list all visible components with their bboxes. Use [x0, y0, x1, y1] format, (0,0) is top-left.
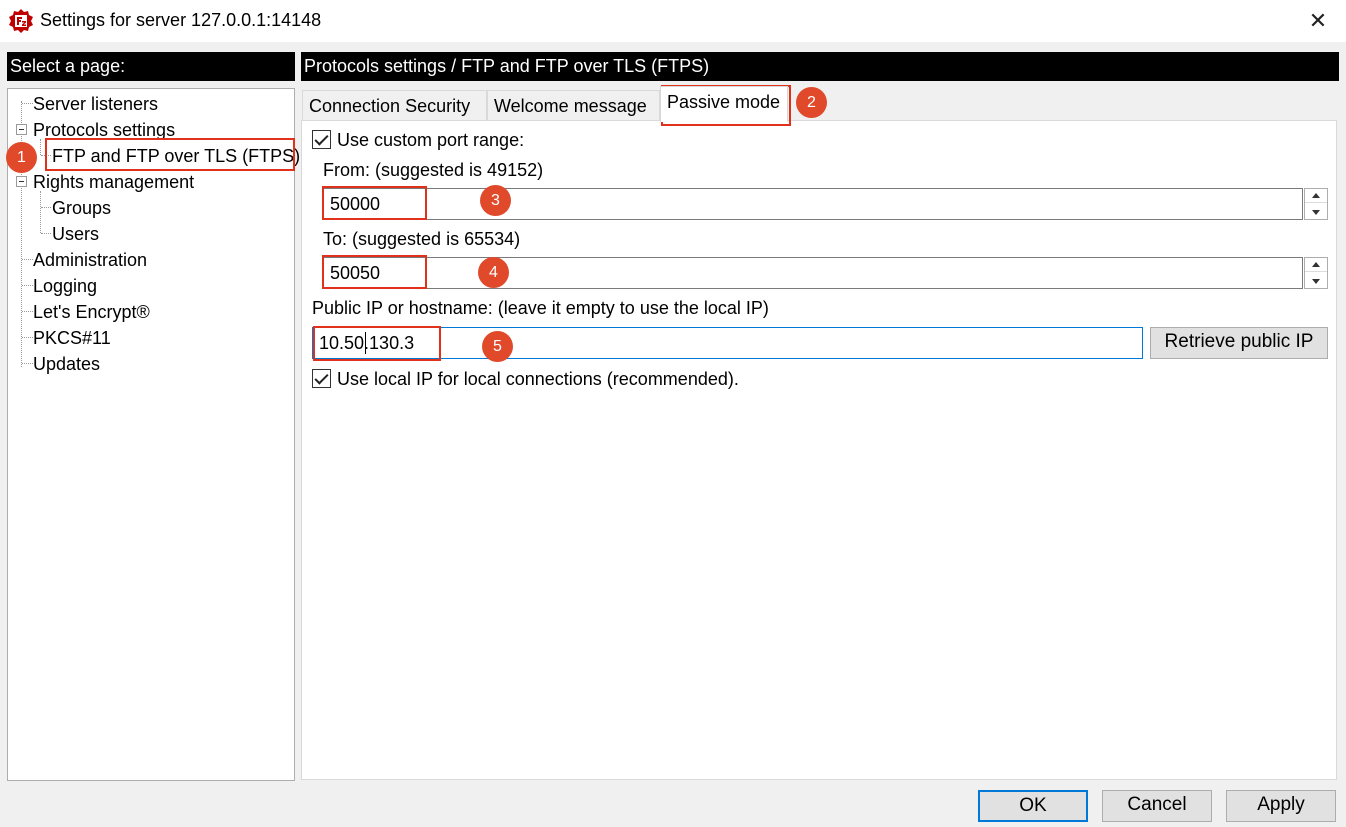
tree-connector — [22, 311, 33, 312]
cancel-button[interactable]: Cancel — [1102, 790, 1212, 822]
tree-connector — [40, 191, 41, 233]
close-button[interactable]: ✕ — [1300, 4, 1336, 38]
close-icon: ✕ — [1308, 8, 1328, 33]
annotation-badge-1: 1 — [6, 142, 37, 173]
annotation-badge-5: 5 — [482, 331, 513, 362]
filezilla-logo-icon — [8, 8, 34, 34]
to-port-input[interactable]: 50050 — [323, 257, 1303, 289]
tab-welcome-message[interactable]: Welcome message — [487, 90, 660, 121]
page-tree[interactable]: Server listeners Protocols settings FTP … — [7, 88, 300, 781]
spin-up-icon[interactable] — [1305, 258, 1327, 272]
tree-item-lets-encrypt[interactable]: Let's Encrypt® — [33, 301, 150, 323]
tab-passive-mode[interactable]: Passive mode — [660, 86, 788, 122]
select-page-header: Select a page: — [7, 52, 295, 81]
annotation-box-to — [322, 255, 427, 289]
custom-port-range-checkbox[interactable] — [312, 130, 331, 149]
tree-connector — [41, 233, 51, 234]
tree-connector — [22, 103, 33, 104]
annotation-badge-3: 3 — [480, 185, 511, 216]
tree-item-administration[interactable]: Administration — [33, 249, 147, 271]
tree-connector — [40, 139, 41, 155]
tree-connector — [41, 207, 51, 208]
from-port-input[interactable]: 50000 — [323, 188, 1303, 220]
custom-port-range-label: Use custom port range: — [337, 130, 525, 150]
to-port-spinner[interactable] — [1304, 257, 1328, 289]
local-ip-checkbox[interactable] — [312, 369, 331, 388]
spin-down-icon[interactable] — [1305, 205, 1327, 219]
annotation-box-ftps — [45, 138, 295, 171]
tree-item-server-listeners[interactable]: Server listeners — [33, 93, 158, 115]
annotation-badge-2: 2 — [796, 87, 827, 118]
local-ip-label: Use local IP for local connections (reco… — [337, 369, 739, 389]
collapse-protocols-icon[interactable] — [16, 124, 27, 135]
tree-item-users[interactable]: Users — [52, 223, 99, 245]
spin-up-icon[interactable] — [1305, 189, 1327, 203]
tree-connector — [21, 101, 22, 367]
to-port-label: To: (suggested is 65534) — [323, 229, 521, 249]
tree-connector — [22, 285, 33, 286]
tree-connector — [22, 259, 33, 260]
public-ip-label: Public IP or hostname: (leave it empty t… — [312, 298, 769, 318]
annotation-badge-4: 4 — [478, 257, 509, 288]
annotation-box-from — [322, 186, 427, 220]
ok-button[interactable]: OK — [978, 790, 1088, 822]
tab-connection-security[interactable]: Connection Security — [302, 90, 487, 121]
spin-down-icon[interactable] — [1305, 274, 1327, 288]
tree-item-updates[interactable]: Updates — [33, 353, 100, 375]
tree-item-rights-management[interactable]: Rights management — [33, 171, 194, 193]
annotation-box-public-ip — [313, 326, 441, 361]
tree-connector — [22, 363, 33, 364]
tree-connector — [22, 337, 33, 338]
tree-item-pkcs11[interactable]: PKCS#11 — [33, 327, 111, 349]
apply-button[interactable]: Apply — [1226, 790, 1336, 822]
tree-item-logging[interactable]: Logging — [33, 275, 97, 297]
retrieve-public-ip-button[interactable]: Retrieve public IP — [1150, 327, 1328, 359]
from-port-spinner[interactable] — [1304, 188, 1328, 220]
page-header: Protocols settings / FTP and FTP over TL… — [301, 52, 1339, 81]
from-port-label: From: (suggested is 49152) — [323, 160, 544, 180]
collapse-rights-icon[interactable] — [16, 176, 27, 187]
window-title: Settings for server 127.0.0.1:14148 — [40, 10, 322, 30]
tree-item-groups[interactable]: Groups — [52, 197, 111, 219]
